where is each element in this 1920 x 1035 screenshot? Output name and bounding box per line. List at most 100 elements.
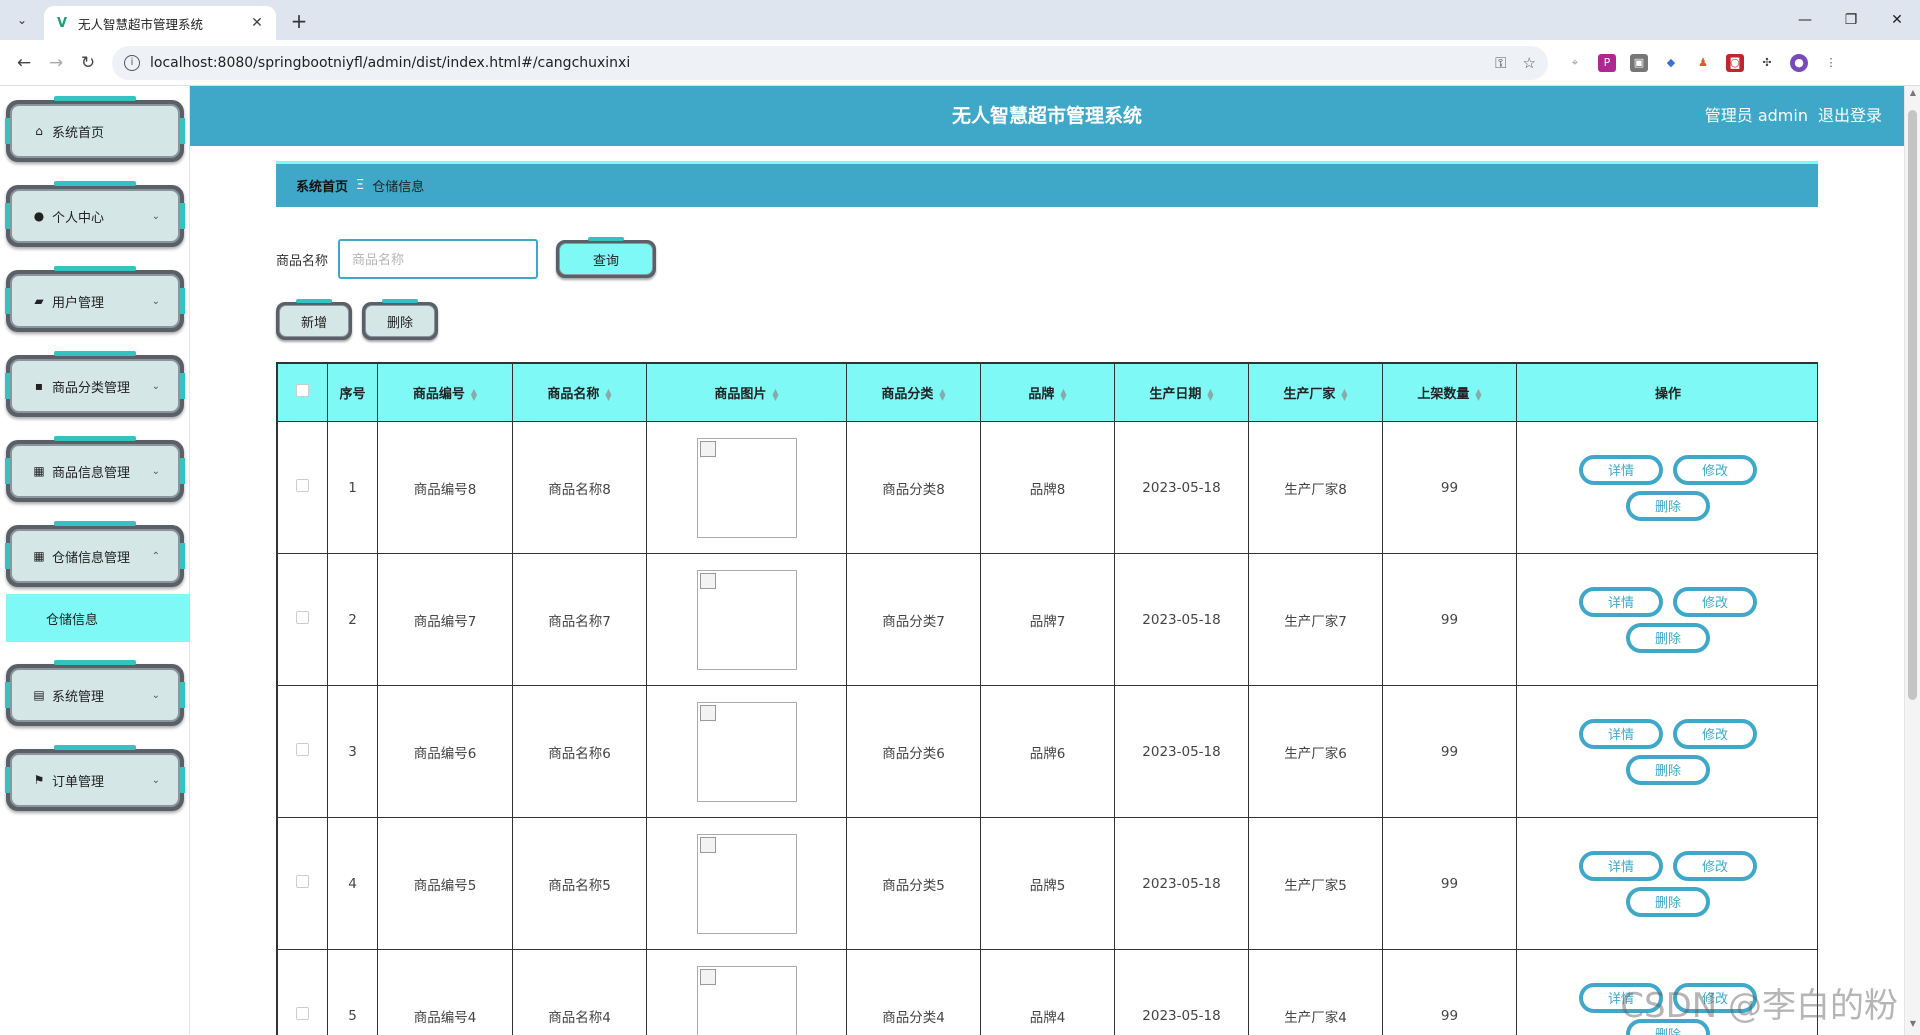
delete-button[interactable]: 删除 [1626, 490, 1710, 521]
minimize-icon[interactable]: — [1782, 0, 1828, 40]
extensions-puzzle-icon[interactable]: ✣ [1758, 54, 1776, 72]
site-info-icon[interactable]: i [124, 54, 140, 71]
new-tab-plus-icon[interactable]: + [286, 9, 312, 33]
sort-caret-icon[interactable]: ▲ ▼ [471, 387, 477, 401]
column-header[interactable]: 品牌 ▲ ▼ [980, 363, 1115, 422]
bookmark-star-icon[interactable]: ☆ [1523, 54, 1536, 72]
column-header[interactable]: 商品编号 ▲ ▼ [377, 363, 513, 422]
column-header[interactable]: 生产厂家 ▲ ▼ [1248, 363, 1383, 422]
detail-button[interactable]: 详情 [1579, 454, 1663, 485]
restore-icon[interactable]: ❐ [1828, 0, 1874, 40]
browser-tab[interactable]: V 无人智慧超市管理系统 ✕ [44, 6, 276, 40]
close-tab-icon[interactable]: ✕ [248, 15, 266, 31]
password-key-icon[interactable]: ⚿ [1495, 54, 1506, 72]
sort-caret-icon[interactable]: ▲ ▼ [1475, 387, 1481, 401]
sidebar-item-user-management[interactable]: ▰ 用户管理 ⌄ [5, 270, 185, 332]
column-header[interactable]: 商品图片 ▲ ▼ [646, 363, 847, 422]
page-scrollbar[interactable]: ▲ ▼ [1904, 86, 1920, 1035]
sidebar-item-home[interactable]: ⌂ 系统首页 [5, 100, 185, 162]
sort-caret-icon[interactable]: ▲ ▼ [939, 387, 945, 401]
home-icon: ⌂ [35, 124, 43, 138]
extension-game-icon[interactable]: ▣ [1630, 53, 1648, 72]
window-controls: — ❐ ✕ [1782, 0, 1920, 40]
address-bar[interactable]: i localhost:8080/springbootniyfl/admin/d… [112, 45, 1548, 80]
sort-caret-icon[interactable]: ▲ ▼ [605, 387, 611, 401]
add-button[interactable]: 新增 [276, 302, 352, 340]
delete-button[interactable]: 删除 [1626, 754, 1710, 785]
sidebar-item-storage-management[interactable]: ▦ 仓储信息管理 ⌃ [5, 525, 185, 587]
product-image-placeholder[interactable] [696, 569, 797, 670]
delete-button[interactable]: 删除 [1626, 886, 1710, 917]
row-checkbox[interactable] [296, 479, 309, 492]
flag-icon: ⚑ [33, 773, 45, 787]
detail-button[interactable]: 详情 [1579, 982, 1663, 1013]
delete-button[interactable]: 删除 [1626, 1018, 1710, 1035]
sort-caret-icon[interactable]: ▲ ▼ [772, 387, 778, 401]
batch-delete-button[interactable]: 删除 [362, 302, 438, 340]
edit-button[interactable]: 修改 [1673, 454, 1757, 485]
profile-avatar-icon[interactable]: ● [1790, 53, 1808, 72]
edit-button[interactable]: 修改 [1673, 718, 1757, 749]
delete-button[interactable]: 删除 [1626, 622, 1710, 653]
sidebar-item-label: 系统首页 [52, 125, 105, 141]
column-header[interactable]: 商品名称 ▲ ▼ [512, 363, 647, 422]
scroll-up-arrow-icon[interactable]: ▲ [1905, 88, 1920, 102]
chevron-down-icon: ⌄ [151, 465, 160, 477]
back-arrow-icon[interactable]: ← [8, 47, 40, 79]
sidebar-item-system-management[interactable]: ▤ 系统管理 ⌄ [5, 664, 185, 726]
chevron-down-icon: ⌄ [151, 210, 160, 222]
extension-cursor-icon[interactable]: ⌖ [1566, 54, 1584, 72]
product-name-search-input[interactable] [338, 239, 539, 279]
sidebar-item-order-management[interactable]: ⚑ 订单管理 ⌄ [5, 749, 185, 811]
sidebar-item-category-management[interactable]: ▪ 商品分类管理 ⌄ [5, 355, 185, 417]
cell-name: 商品名称7 [512, 553, 647, 686]
column-header[interactable]: 商品分类 ▲ ▼ [846, 363, 981, 422]
row-checkbox[interactable] [296, 875, 309, 888]
tab-list-chevron-icon[interactable]: ⌄ [8, 6, 36, 34]
column-header[interactable]: 生产日期 ▲ ▼ [1114, 363, 1249, 422]
column-header[interactable]: 上架数量 ▲ ▼ [1382, 363, 1517, 422]
sort-caret-icon[interactable]: ▲ ▼ [1207, 387, 1213, 401]
product-image-placeholder[interactable] [696, 833, 797, 934]
detail-button[interactable]: 详情 [1579, 718, 1663, 749]
extension-person-icon[interactable]: ♟ [1694, 54, 1712, 72]
edit-button[interactable]: 修改 [1673, 850, 1757, 881]
logout-link[interactable]: 退出登录 [1818, 86, 1882, 146]
row-checkbox[interactable] [296, 743, 309, 756]
extension-layers-icon[interactable]: ◆ [1662, 54, 1680, 72]
reload-icon[interactable]: ↻ [72, 47, 104, 79]
extensions-area: ⌖ P ▣ ◆ ♟ ◙ ✣ ● ⋮ [1566, 53, 1840, 72]
extension-pp-icon[interactable]: P [1598, 53, 1616, 72]
url-text[interactable]: localhost:8080/springbootniyfl/admin/dis… [150, 55, 1485, 71]
row-checkbox[interactable] [296, 611, 309, 624]
product-image-placeholder[interactable] [696, 701, 797, 802]
browser-menu-icon[interactable]: ⋮ [1822, 54, 1840, 72]
sidebar-item-label: 商品信息管理 [52, 465, 131, 481]
scroll-thumb[interactable] [1908, 110, 1917, 700]
forward-arrow-icon[interactable]: → [40, 47, 72, 79]
cell-name: 商品名称6 [512, 685, 647, 818]
sidebar-item-product-management[interactable]: ▦ 商品信息管理 ⌄ [5, 440, 185, 502]
extension-shield-icon[interactable]: ◙ [1726, 53, 1744, 72]
detail-button[interactable]: 详情 [1579, 586, 1663, 617]
breadcrumb-home[interactable]: 系统首页 [296, 176, 348, 195]
sidebar-item-personal-center[interactable]: ● 个人中心 ⌄ [5, 185, 185, 247]
edit-button[interactable]: 修改 [1673, 586, 1757, 617]
app-title: 无人智慧超市管理系统 [951, 105, 1142, 127]
query-button[interactable]: 查询 [556, 240, 657, 278]
row-checkbox[interactable] [296, 1007, 309, 1020]
product-image-placeholder[interactable] [696, 437, 797, 538]
vue-favicon-icon: V [56, 15, 68, 31]
sort-caret-icon[interactable]: ▲ ▼ [1341, 387, 1347, 401]
sort-caret-icon[interactable]: ▲ ▼ [1060, 387, 1066, 401]
omnibox-actions: ⚿ ☆ [1495, 54, 1536, 72]
cell-maker: 生产厂家7 [1248, 553, 1383, 686]
select-all-checkbox[interactable] [296, 384, 309, 397]
product-image-placeholder[interactable] [696, 965, 797, 1035]
cell-code: 商品编号5 [377, 817, 513, 950]
scroll-down-arrow-icon[interactable]: ▼ [1905, 1019, 1920, 1033]
edit-button[interactable]: 修改 [1673, 982, 1757, 1013]
close-window-icon[interactable]: ✕ [1874, 0, 1920, 40]
sidebar-subitem-storage-info[interactable]: 仓储信息 [6, 594, 190, 642]
detail-button[interactable]: 详情 [1579, 850, 1663, 881]
